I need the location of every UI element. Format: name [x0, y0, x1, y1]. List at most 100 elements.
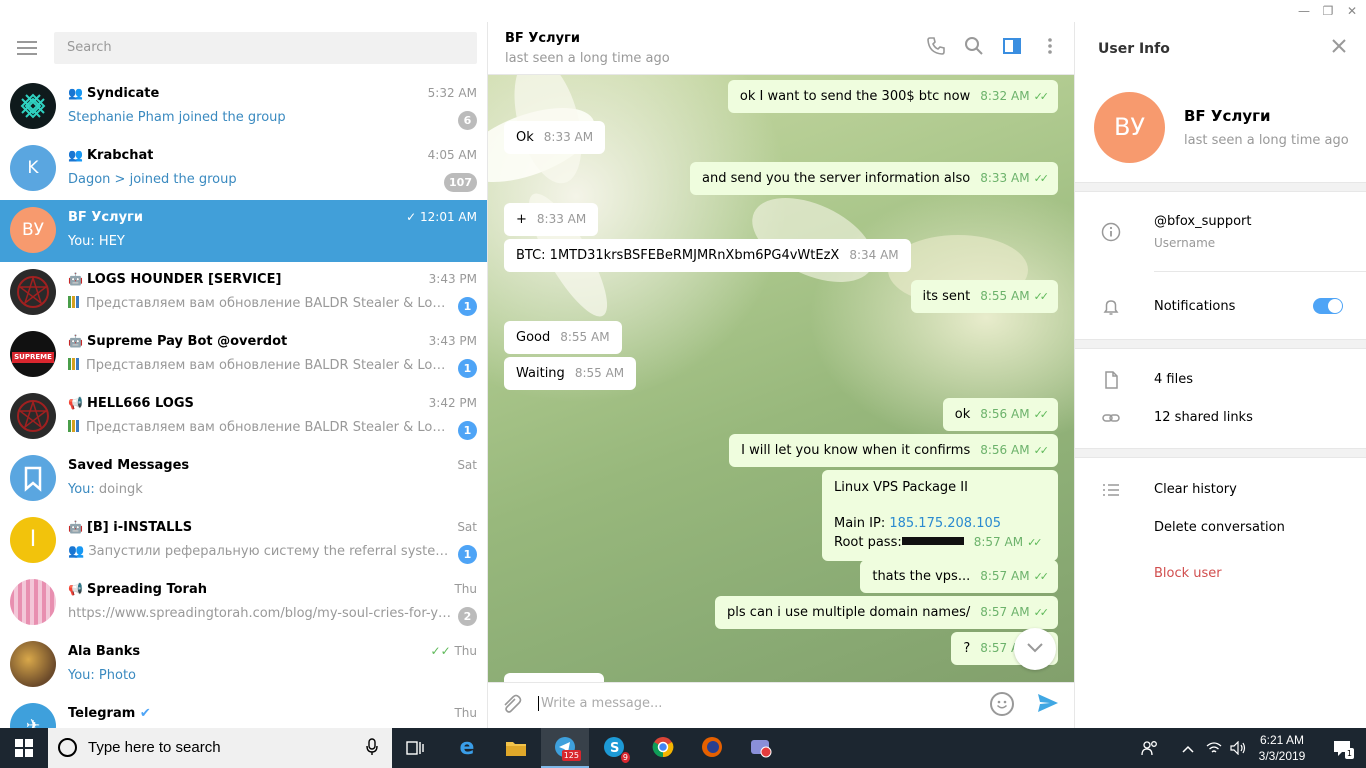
dialog-item-telegram[interactable]: ✈ Telegram ✔ Thu — [0, 696, 487, 728]
message-input[interactable]: Write a message... — [538, 696, 662, 711]
dialog-item-logs-hounder[interactable]: 🤖 LOGS HOUNDER [SERVICE] 3:43 PM Представ… — [0, 262, 487, 324]
volume-icon[interactable] — [1226, 728, 1250, 768]
message-out[interactable]: thats the vps... 8:57 AM ✓✓ — [860, 560, 1058, 593]
more-options-icon[interactable] — [1038, 36, 1062, 60]
task-view-icon[interactable] — [392, 728, 440, 768]
dialog-name: 👥 Krabchat — [68, 148, 154, 163]
avatar: K — [10, 145, 56, 191]
bookmark-icon — [24, 466, 42, 492]
dialog-item-ala-banks[interactable]: Ala Banks ✓✓ Thu You: Photo — [0, 634, 487, 696]
system-clock[interactable]: 6:21 AM 3/3/2019 — [1252, 732, 1312, 764]
avatar — [10, 393, 56, 439]
message-in[interactable]: Good 8:55 AM — [504, 321, 622, 354]
telegram-taskbar-icon[interactable]: 125 — [541, 728, 589, 768]
microphone-icon[interactable] — [366, 738, 378, 760]
message-out[interactable]: and send you the server information also… — [690, 162, 1058, 195]
dialog-item-i-installs[interactable]: I 🤖 [B] i-INSTALLS Sat 👥 Запустили рефера… — [0, 510, 487, 572]
ip-link[interactable]: 185.175.208.105 — [889, 516, 1001, 531]
list-icon — [1101, 480, 1121, 505]
dialog-time: 4:05 AM — [427, 148, 477, 162]
dialog-item-syndicate[interactable]: 👥 Syndicate 5:32 AM Stephanie Pham joined… — [0, 76, 487, 138]
search-icon[interactable] — [962, 36, 986, 60]
dialog-time: Thu — [454, 706, 477, 720]
group-icon: 👥 — [68, 148, 83, 162]
message-in[interactable]: Ok 8:33 AM — [504, 121, 606, 154]
dialog-name: 🤖 LOGS HOUNDER [SERVICE] — [68, 272, 282, 287]
bot-icon: 🤖 — [68, 272, 83, 286]
dialog-name: Telegram ✔ — [68, 706, 151, 721]
user-name: BF Услуги — [1184, 107, 1271, 125]
dialog-item-hell666-logs[interactable]: 📢 HELL666 LOGS 3:42 PM Представляем вам о… — [0, 386, 487, 448]
message-out-vps-info[interactable]: Linux VPS Package II Main IP: 185.175.20… — [822, 470, 1058, 561]
dialog-item-bf-uslugi[interactable]: ВУ BF Услуги ✓ 12:01 AM You: HEY — [0, 200, 487, 262]
dialog-preview: Представляем вам обновление BALDR Steale… — [68, 296, 453, 311]
avatar: I — [10, 517, 56, 563]
message-in[interactable]: Waiting 8:55 AM — [504, 357, 637, 390]
avatar — [10, 579, 56, 625]
avatar: SUPREME — [10, 331, 56, 377]
chat-status: last seen a long time ago — [505, 51, 670, 66]
dialogs-panel: Search 👥 Syndicate 5:32 AM Stephanie Pham… — [0, 22, 488, 728]
dialog-name: BF Услуги — [68, 210, 143, 225]
clear-history-button[interactable]: Clear history — [1154, 482, 1237, 497]
dialog-time: Thu — [454, 582, 477, 596]
shared-links-link[interactable]: 12 shared links — [1154, 410, 1253, 425]
message-out[interactable]: ok I want to send the 300$ btc now 8:32 A… — [727, 80, 1058, 113]
chat-title[interactable]: BF Услуги — [505, 31, 580, 46]
action-center-icon[interactable]: 1 — [1318, 728, 1366, 768]
message-in[interactable]: +8:33 AM — [504, 203, 599, 236]
message-in[interactable]: BTC: 1MTD31krsBSFEBeRMJMRnXbm6PG4vWtEzX 8… — [504, 239, 911, 272]
chart-emoji-icon — [68, 420, 82, 432]
dialog-time: Sat — [457, 458, 477, 472]
taskbar-search-box[interactable]: Type here to search — [48, 728, 392, 768]
dialog-item-supreme-pay-bot[interactable]: SUPREME 🤖 Supreme Pay Bot @overdot 3:43 P… — [0, 324, 487, 386]
dialog-preview: Представляем вам обновление BALDR Steale… — [68, 420, 453, 435]
search-input[interactable]: Search — [54, 32, 477, 64]
message-area[interactable]: ok I want to send the 300$ btc now 8:32 A… — [488, 75, 1074, 682]
scroll-down-button[interactable] — [1014, 628, 1056, 670]
channel-icon: 📢 — [68, 582, 83, 596]
windows-taskbar: Type here to search e 125 S 9 6:21 AM 3/… — [0, 728, 1366, 768]
sidebar-toggle-icon[interactable] — [1000, 36, 1024, 60]
menu-icon[interactable] — [17, 41, 37, 55]
skype-icon[interactable]: S 9 — [590, 728, 638, 768]
chrome-icon[interactable] — [639, 728, 687, 768]
read-double-check-icon: ✓✓ — [1033, 444, 1050, 457]
user-avatar[interactable]: ВУ — [1094, 92, 1165, 163]
message-out[interactable]: ok 8:56 AM ✓✓ — [942, 398, 1058, 431]
pentagram-icon — [17, 275, 49, 308]
windows-start-icon[interactable] — [0, 728, 48, 768]
username-value[interactable]: @bfox_support — [1154, 214, 1252, 229]
files-link[interactable]: 4 files — [1154, 372, 1193, 387]
edge-browser-icon[interactable]: e — [443, 728, 491, 768]
unread-badge: 107 — [444, 173, 477, 192]
message-out[interactable]: its sent 8:55 AM ✓✓ — [910, 280, 1058, 313]
emoji-icon[interactable] — [990, 692, 1014, 716]
people-icon[interactable] — [1130, 728, 1170, 768]
bot-icon: 🤖 — [68, 334, 83, 348]
dialog-item-saved-messages[interactable]: Saved Messages Sat You: doingk — [0, 448, 487, 510]
dialog-item-spreading-torah[interactable]: 📢 Spreading Torah Thu https://www.spreadi… — [0, 572, 487, 634]
dialog-item-krabchat[interactable]: K 👥 Krabchat 4:05 AM Dagon > joined the g… — [0, 138, 487, 200]
delete-conversation-button[interactable]: Delete conversation — [1154, 520, 1285, 535]
close-icon[interactable] — [1330, 36, 1348, 61]
block-user-button[interactable]: Block user — [1154, 566, 1222, 581]
dialog-time: ✓✓ Thu — [430, 644, 477, 658]
attach-icon[interactable] — [500, 693, 522, 720]
unread-badge: 2 — [458, 607, 477, 626]
dialog-preview: Представляем вам обновление BALDR Steale… — [68, 358, 453, 373]
message-out[interactable]: pls can i use multiple domain names/8:57… — [715, 596, 1058, 629]
notifications-toggle[interactable] — [1313, 298, 1343, 314]
screen-recorder-icon[interactable] — [737, 728, 785, 768]
message-out[interactable]: I will let you know when it confirms 8:56… — [729, 434, 1058, 467]
chevron-up-icon[interactable] — [1176, 728, 1200, 768]
wifi-icon[interactable] — [1202, 728, 1226, 768]
file-explorer-icon[interactable] — [492, 728, 540, 768]
phone-icon[interactable] — [924, 36, 948, 60]
close-window-button[interactable]: ✕ — [1338, 0, 1366, 22]
send-icon — [1038, 694, 1058, 712]
send-button[interactable] — [1036, 691, 1060, 721]
firefox-icon[interactable] — [688, 728, 736, 768]
section-divider — [1075, 448, 1366, 458]
avatar — [10, 269, 56, 315]
